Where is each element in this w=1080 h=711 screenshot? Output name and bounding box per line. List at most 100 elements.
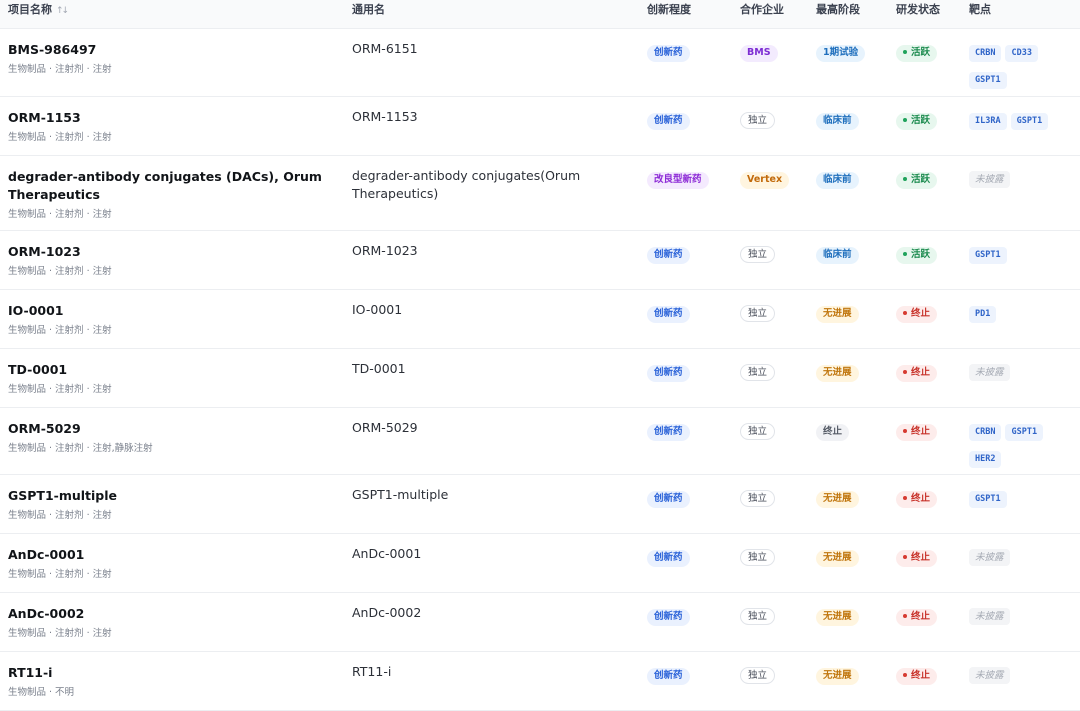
table-body: BMS-986497 生物制品 · 注射剂 · 注射 ORM-6151 创新药 … xyxy=(0,29,1080,711)
status-badge: 终止 xyxy=(896,550,938,567)
status-cell: 终止 xyxy=(896,545,938,567)
project-name-cell: TD-0001 生物制品 · 注射剂 · 注射 xyxy=(8,361,328,397)
project-name[interactable]: ORM-1023 xyxy=(8,243,328,261)
table-row[interactable]: ORM-5029 生物制品 · 注射剂 · 注射,静脉注射 ORM-5029 创… xyxy=(0,408,1080,475)
table-row[interactable]: ORM-1153 生物制品 · 注射剂 · 注射 ORM-1153 创新药 独立… xyxy=(0,97,1080,156)
innovation-badge: 创新药 xyxy=(647,668,690,685)
status-dot-icon xyxy=(903,251,907,256)
status-label: 终止 xyxy=(911,611,931,622)
project-name[interactable]: GSPT1-multiple xyxy=(8,487,328,505)
partner-badge: 独立 xyxy=(740,246,776,263)
target-tag[interactable]: HER2 xyxy=(969,451,1002,468)
phase-cell: 无进展 xyxy=(816,486,859,508)
phase-cell: 1期试验 xyxy=(816,40,866,62)
status-badge: 活跃 xyxy=(896,113,938,130)
sort-icon[interactable]: ↑↓ xyxy=(56,6,69,16)
project-name[interactable]: IO-0001 xyxy=(8,302,328,320)
project-name-cell: GSPT1-multiple 生物制品 · 注射剂 · 注射 xyxy=(8,487,328,523)
project-subtitle: 生物制品 · 注射剂 · 注射 xyxy=(8,64,112,75)
project-subtitle: 生物制品 · 注射剂 · 注射 xyxy=(8,569,112,580)
project-name[interactable]: degrader-antibody conjugates (DACs), Oru… xyxy=(8,168,328,204)
target-tag[interactable]: IL3RA xyxy=(969,113,1007,130)
partner-cell: 独立 xyxy=(740,419,776,440)
targets-cell: 未披露 xyxy=(969,167,1074,188)
project-name[interactable]: ORM-5029 xyxy=(8,420,328,438)
phase-cell: 无进展 xyxy=(816,360,859,382)
column-name-label: 项目名称 xyxy=(8,3,52,16)
partner-cell: 独立 xyxy=(740,108,776,129)
table-row[interactable]: GSPT1-multiple 生物制品 · 注射剂 · 注射 GSPT1-mul… xyxy=(0,475,1080,534)
project-name[interactable]: ORM-1153 xyxy=(8,109,328,127)
innovation-badge: 创新药 xyxy=(647,113,690,130)
target-tag[interactable]: CD33 xyxy=(1005,45,1038,62)
partner-cell: 独立 xyxy=(740,663,776,684)
project-name-cell: ORM-1153 生物制品 · 注射剂 · 注射 xyxy=(8,109,328,145)
project-name-cell: AnDc-0001 生物制品 · 注射剂 · 注射 xyxy=(8,546,328,582)
project-subtitle: 生物制品 · 注射剂 · 注射 xyxy=(8,325,112,336)
partner-badge: 独立 xyxy=(740,364,776,381)
target-tag[interactable]: CRBN xyxy=(969,45,1002,62)
partner-badge: 独立 xyxy=(740,112,776,129)
table-row[interactable]: RT11-i 生物制品 · 不明 RT11-i 创新药 独立 无进展 终止 未披… xyxy=(0,652,1080,711)
project-subtitle: 生物制品 · 不明 xyxy=(8,687,75,698)
status-cell: 终止 xyxy=(896,604,938,626)
target-tag[interactable]: GSPT1 xyxy=(1010,113,1049,130)
innovation-badge: 创新药 xyxy=(647,45,690,62)
generic-name: ORM-1023 xyxy=(352,243,418,258)
column-header-status: 研发状态 xyxy=(896,3,940,16)
status-dot-icon xyxy=(903,495,907,500)
project-name-cell: BMS-986497 生物制品 · 注射剂 · 注射 xyxy=(8,41,328,77)
project-name[interactable]: RT11-i xyxy=(8,664,328,682)
target-tag[interactable]: GSPT1 xyxy=(969,247,1007,264)
table-row[interactable]: degrader-antibody conjugates (DACs), Oru… xyxy=(0,156,1080,231)
partner-badge: 独立 xyxy=(740,490,776,507)
target-tag[interactable]: GSPT1 xyxy=(1005,424,1044,441)
status-label: 活跃 xyxy=(911,47,931,58)
table-row[interactable]: AnDc-0002 生物制品 · 注射剂 · 注射 AnDc-0002 创新药 … xyxy=(0,593,1080,652)
targets-cell: IL3RA GSPT1 xyxy=(969,108,1074,135)
status-badge: 终止 xyxy=(896,609,938,626)
table-row[interactable]: TD-0001 生物制品 · 注射剂 · 注射 TD-0001 创新药 独立 无… xyxy=(0,349,1080,408)
table-row[interactable]: IO-0001 生物制品 · 注射剂 · 注射 IO-0001 创新药 独立 无… xyxy=(0,290,1080,349)
targets-cell: PD1 xyxy=(969,301,1074,328)
status-label: 终止 xyxy=(911,670,931,681)
target-tag[interactable]: CRBN xyxy=(969,424,1002,441)
project-subtitle: 生物制品 · 注射剂 · 注射 xyxy=(8,384,112,395)
status-label: 终止 xyxy=(911,493,931,504)
generic-name: TD-0001 xyxy=(352,361,406,376)
status-cell: 终止 xyxy=(896,419,938,441)
targets-undisclosed: 未披露 xyxy=(969,549,1010,566)
status-dot-icon xyxy=(903,117,907,122)
partner-badge: 独立 xyxy=(740,305,776,322)
innovation-badge: 创新药 xyxy=(647,609,690,626)
innovation-badge: 创新药 xyxy=(647,424,690,441)
targets-cell: GSPT1 xyxy=(969,242,1074,269)
status-badge: 终止 xyxy=(896,424,938,441)
project-name[interactable]: AnDc-0001 xyxy=(8,546,328,564)
target-tag[interactable]: PD1 xyxy=(969,306,997,323)
project-name[interactable]: AnDc-0002 xyxy=(8,605,328,623)
phase-badge: 终止 xyxy=(816,424,850,441)
partner-cell: 独立 xyxy=(740,545,776,566)
status-cell: 终止 xyxy=(896,486,938,508)
innovation-cell: 创新药 xyxy=(647,360,690,382)
partner-badge: 独立 xyxy=(740,549,776,566)
generic-name: RT11-i xyxy=(352,664,392,679)
project-name[interactable]: TD-0001 xyxy=(8,361,328,379)
column-header-name[interactable]: 项目名称 ↑↓ xyxy=(8,0,69,28)
target-tag[interactable]: GSPT1 xyxy=(969,72,1007,89)
targets-cell: GSPT1 xyxy=(969,486,1074,513)
innovation-badge: 创新药 xyxy=(647,365,690,382)
targets-cell: CRBN CD33 GSPT1 xyxy=(969,40,1074,94)
table-row[interactable]: AnDc-0001 生物制品 · 注射剂 · 注射 AnDc-0001 创新药 … xyxy=(0,534,1080,593)
phase-cell: 无进展 xyxy=(816,663,859,685)
status-badge: 终止 xyxy=(896,668,938,685)
partner-badge: BMS xyxy=(740,45,778,62)
phase-cell: 临床前 xyxy=(816,242,859,264)
table-row[interactable]: ORM-1023 生物制品 · 注射剂 · 注射 ORM-1023 创新药 独立… xyxy=(0,231,1080,290)
partner-badge: Vertex xyxy=(740,172,790,189)
project-name-cell: IO-0001 生物制品 · 注射剂 · 注射 xyxy=(8,302,328,338)
table-row[interactable]: BMS-986497 生物制品 · 注射剂 · 注射 ORM-6151 创新药 … xyxy=(0,29,1080,97)
target-tag[interactable]: GSPT1 xyxy=(969,491,1007,508)
project-name[interactable]: BMS-986497 xyxy=(8,41,328,59)
